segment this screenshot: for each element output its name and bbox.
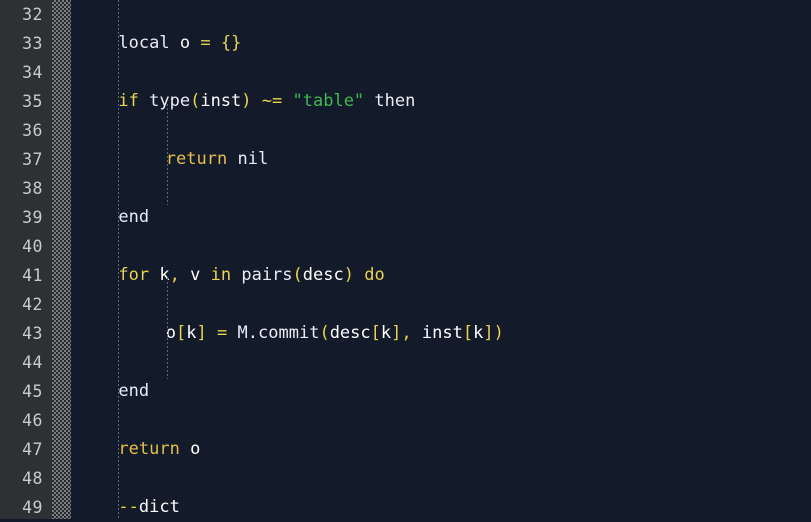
line-number-gutter: 32 33 34 35 36 37 38 39 40 41 42 43 44 45 46 47 48 49	[0, 0, 52, 519]
code-token-identifier: o	[179, 33, 191, 53]
line-number: 41	[22, 266, 43, 285]
code-token-punctuation: ,	[169, 265, 180, 285]
code-line[interactable]: o[k] = M.commit(desc[k], inst[k])	[166, 319, 504, 348]
code-token-punctuation: (	[319, 323, 330, 343]
gutter-divider-strip[interactable]	[52, 0, 71, 519]
indent-guide	[167, 278, 168, 379]
code-token-plain: M.commit	[237, 323, 320, 343]
code-token-identifier: k	[473, 323, 484, 343]
code-token-plain: local	[118, 33, 170, 53]
code-token-punctuation: [	[370, 323, 381, 343]
code-token-plain: then	[374, 91, 416, 111]
code-token-punctuation: )	[343, 265, 354, 285]
line-number: 33	[22, 34, 43, 53]
code-token-keyword: if	[118, 91, 139, 111]
line-number: 48	[22, 469, 43, 488]
code-token-punctuation: )	[241, 91, 252, 111]
line-number: 44	[22, 353, 43, 372]
code-token-return: return	[118, 439, 180, 459]
code-token-punctuation: [	[176, 323, 187, 343]
line-number: 47	[22, 440, 43, 459]
code-token-plain: pairs	[241, 265, 293, 285]
line-number: 43	[22, 324, 43, 343]
code-token-punctuation: ~=	[261, 91, 283, 111]
code-line[interactable]: return nil	[166, 145, 268, 174]
code-token-identifier: k	[159, 265, 170, 285]
line-number: 45	[22, 382, 43, 401]
code-token-punctuation: (	[190, 91, 201, 111]
line-number: 49	[22, 498, 43, 517]
code-token-identifier: v	[190, 265, 201, 285]
line-number: 36	[22, 121, 43, 140]
code-token-keyword: in	[210, 265, 232, 285]
code-line[interactable]: return o	[118, 435, 200, 464]
code-token-punctuation: =	[217, 323, 228, 343]
code-token-punctuation: ],	[391, 323, 412, 343]
code-line[interactable]: --dict	[118, 493, 179, 519]
code-token-identifier: k	[380, 323, 392, 343]
line-number: 46	[22, 411, 43, 430]
code-token-keyword: do	[364, 265, 385, 285]
indent-guide	[167, 104, 168, 205]
code-token-plain: type	[149, 91, 191, 111]
line-number: 35	[22, 92, 43, 111]
code-editor: 32 33 34 35 36 37 38 39 40 41 42 43 44 45 46 47 48 49 loc…	[0, 0, 811, 519]
code-token-punctuation: ]	[196, 323, 207, 343]
code-token-keyword: for	[118, 265, 150, 285]
code-token-punctuation: (	[292, 265, 303, 285]
code-token-punctuation: =	[200, 33, 211, 53]
line-number: 40	[22, 237, 43, 256]
code-token-return: return	[165, 149, 228, 169]
code-token-comment: --	[118, 497, 139, 517]
code-content-area[interactable]: local o = {} if type(inst) ~= "table" the…	[71, 0, 811, 519]
code-token-plain: end	[118, 207, 150, 227]
line-number: 42	[22, 295, 43, 314]
code-token-plain: end	[118, 381, 150, 401]
line-number: 37	[22, 150, 43, 169]
line-number: 34	[22, 63, 43, 82]
code-token-identifier: k	[186, 323, 197, 343]
code-token-punctuation: ])	[483, 323, 504, 343]
code-line[interactable]: for k, v in pairs(desc) do	[118, 261, 384, 290]
code-line[interactable]: if type(inst) ~= "table" then	[118, 87, 415, 116]
line-number: 39	[22, 208, 43, 227]
line-number: 38	[22, 179, 43, 198]
code-token-string: "table"	[292, 91, 365, 111]
line-number: 32	[22, 5, 43, 24]
code-token-identifier: inst	[200, 91, 242, 111]
code-token-identifier: o	[190, 439, 201, 459]
code-token-punctuation: {}	[220, 33, 242, 53]
code-token-identifier: desc	[329, 323, 371, 343]
code-token-plain: nil	[237, 149, 269, 169]
code-line[interactable]: local o = {}	[118, 29, 241, 58]
indent-guide	[118, 0, 119, 519]
code-line[interactable]: end	[118, 377, 149, 406]
code-line[interactable]: end	[118, 203, 149, 232]
code-token-identifier: inst	[421, 323, 463, 343]
code-token-identifier: desc	[302, 265, 344, 285]
code-token-identifier: dict	[138, 497, 180, 517]
code-token-punctuation: [	[462, 323, 474, 343]
